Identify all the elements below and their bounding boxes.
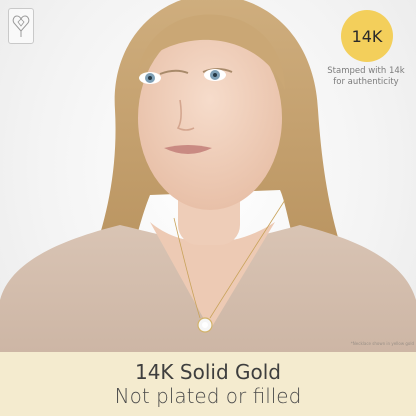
product-image-card: 14K Stamped with 14k for authenticity *N… (0, 0, 416, 416)
fineprint-note: *Necklace shown in yellow gold (350, 341, 414, 346)
feature-banner: 14K Solid Gold Not plated or filled (0, 352, 416, 416)
stamp-note-line2: for authenticity (333, 77, 399, 87)
heart-diamond-icon (12, 15, 30, 37)
karat-badge-label: 14K (351, 26, 383, 46)
banner-subline: Not plated or filled (114, 384, 302, 408)
stamp-note-line1: Stamped with 14k (327, 66, 405, 76)
banner-headline: 14K Solid Gold (134, 360, 281, 384)
karat-badge: 14K (341, 10, 393, 62)
stamp-note: Stamped with 14k for authenticity (318, 66, 414, 88)
brand-logo (8, 8, 34, 44)
